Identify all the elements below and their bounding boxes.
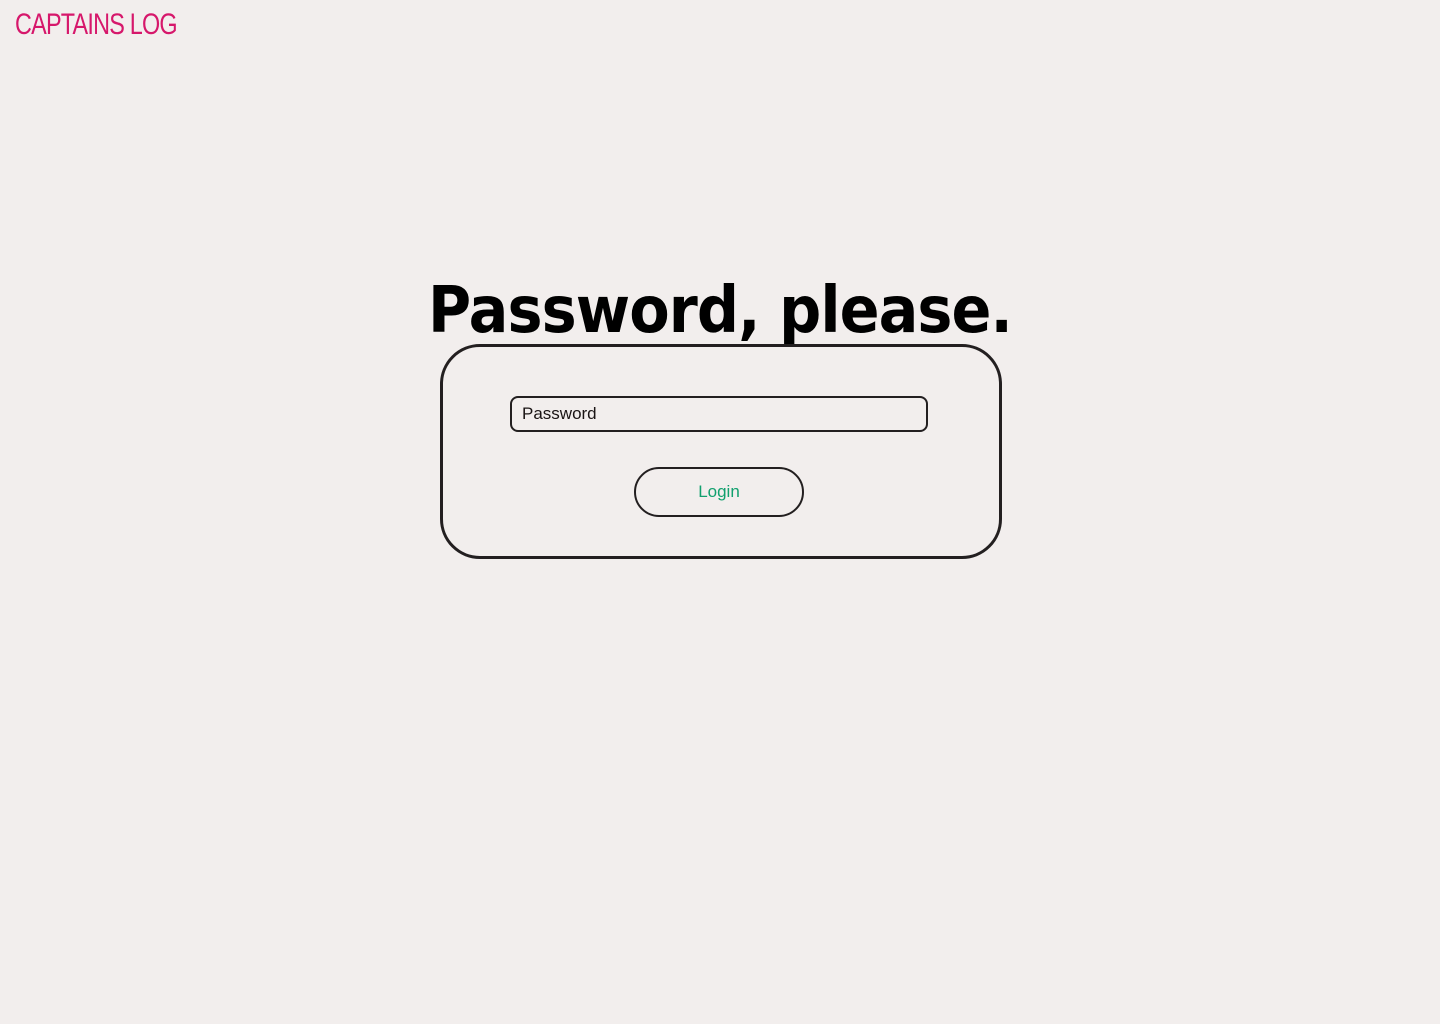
app-logo[interactable]: CAPTAINS LOG bbox=[15, 8, 178, 42]
password-field[interactable] bbox=[510, 396, 928, 432]
page-title: Password, please. bbox=[428, 274, 1013, 348]
login-card bbox=[440, 344, 1002, 559]
login-button[interactable]: Login bbox=[634, 467, 804, 517]
password-input[interactable] bbox=[512, 398, 926, 430]
